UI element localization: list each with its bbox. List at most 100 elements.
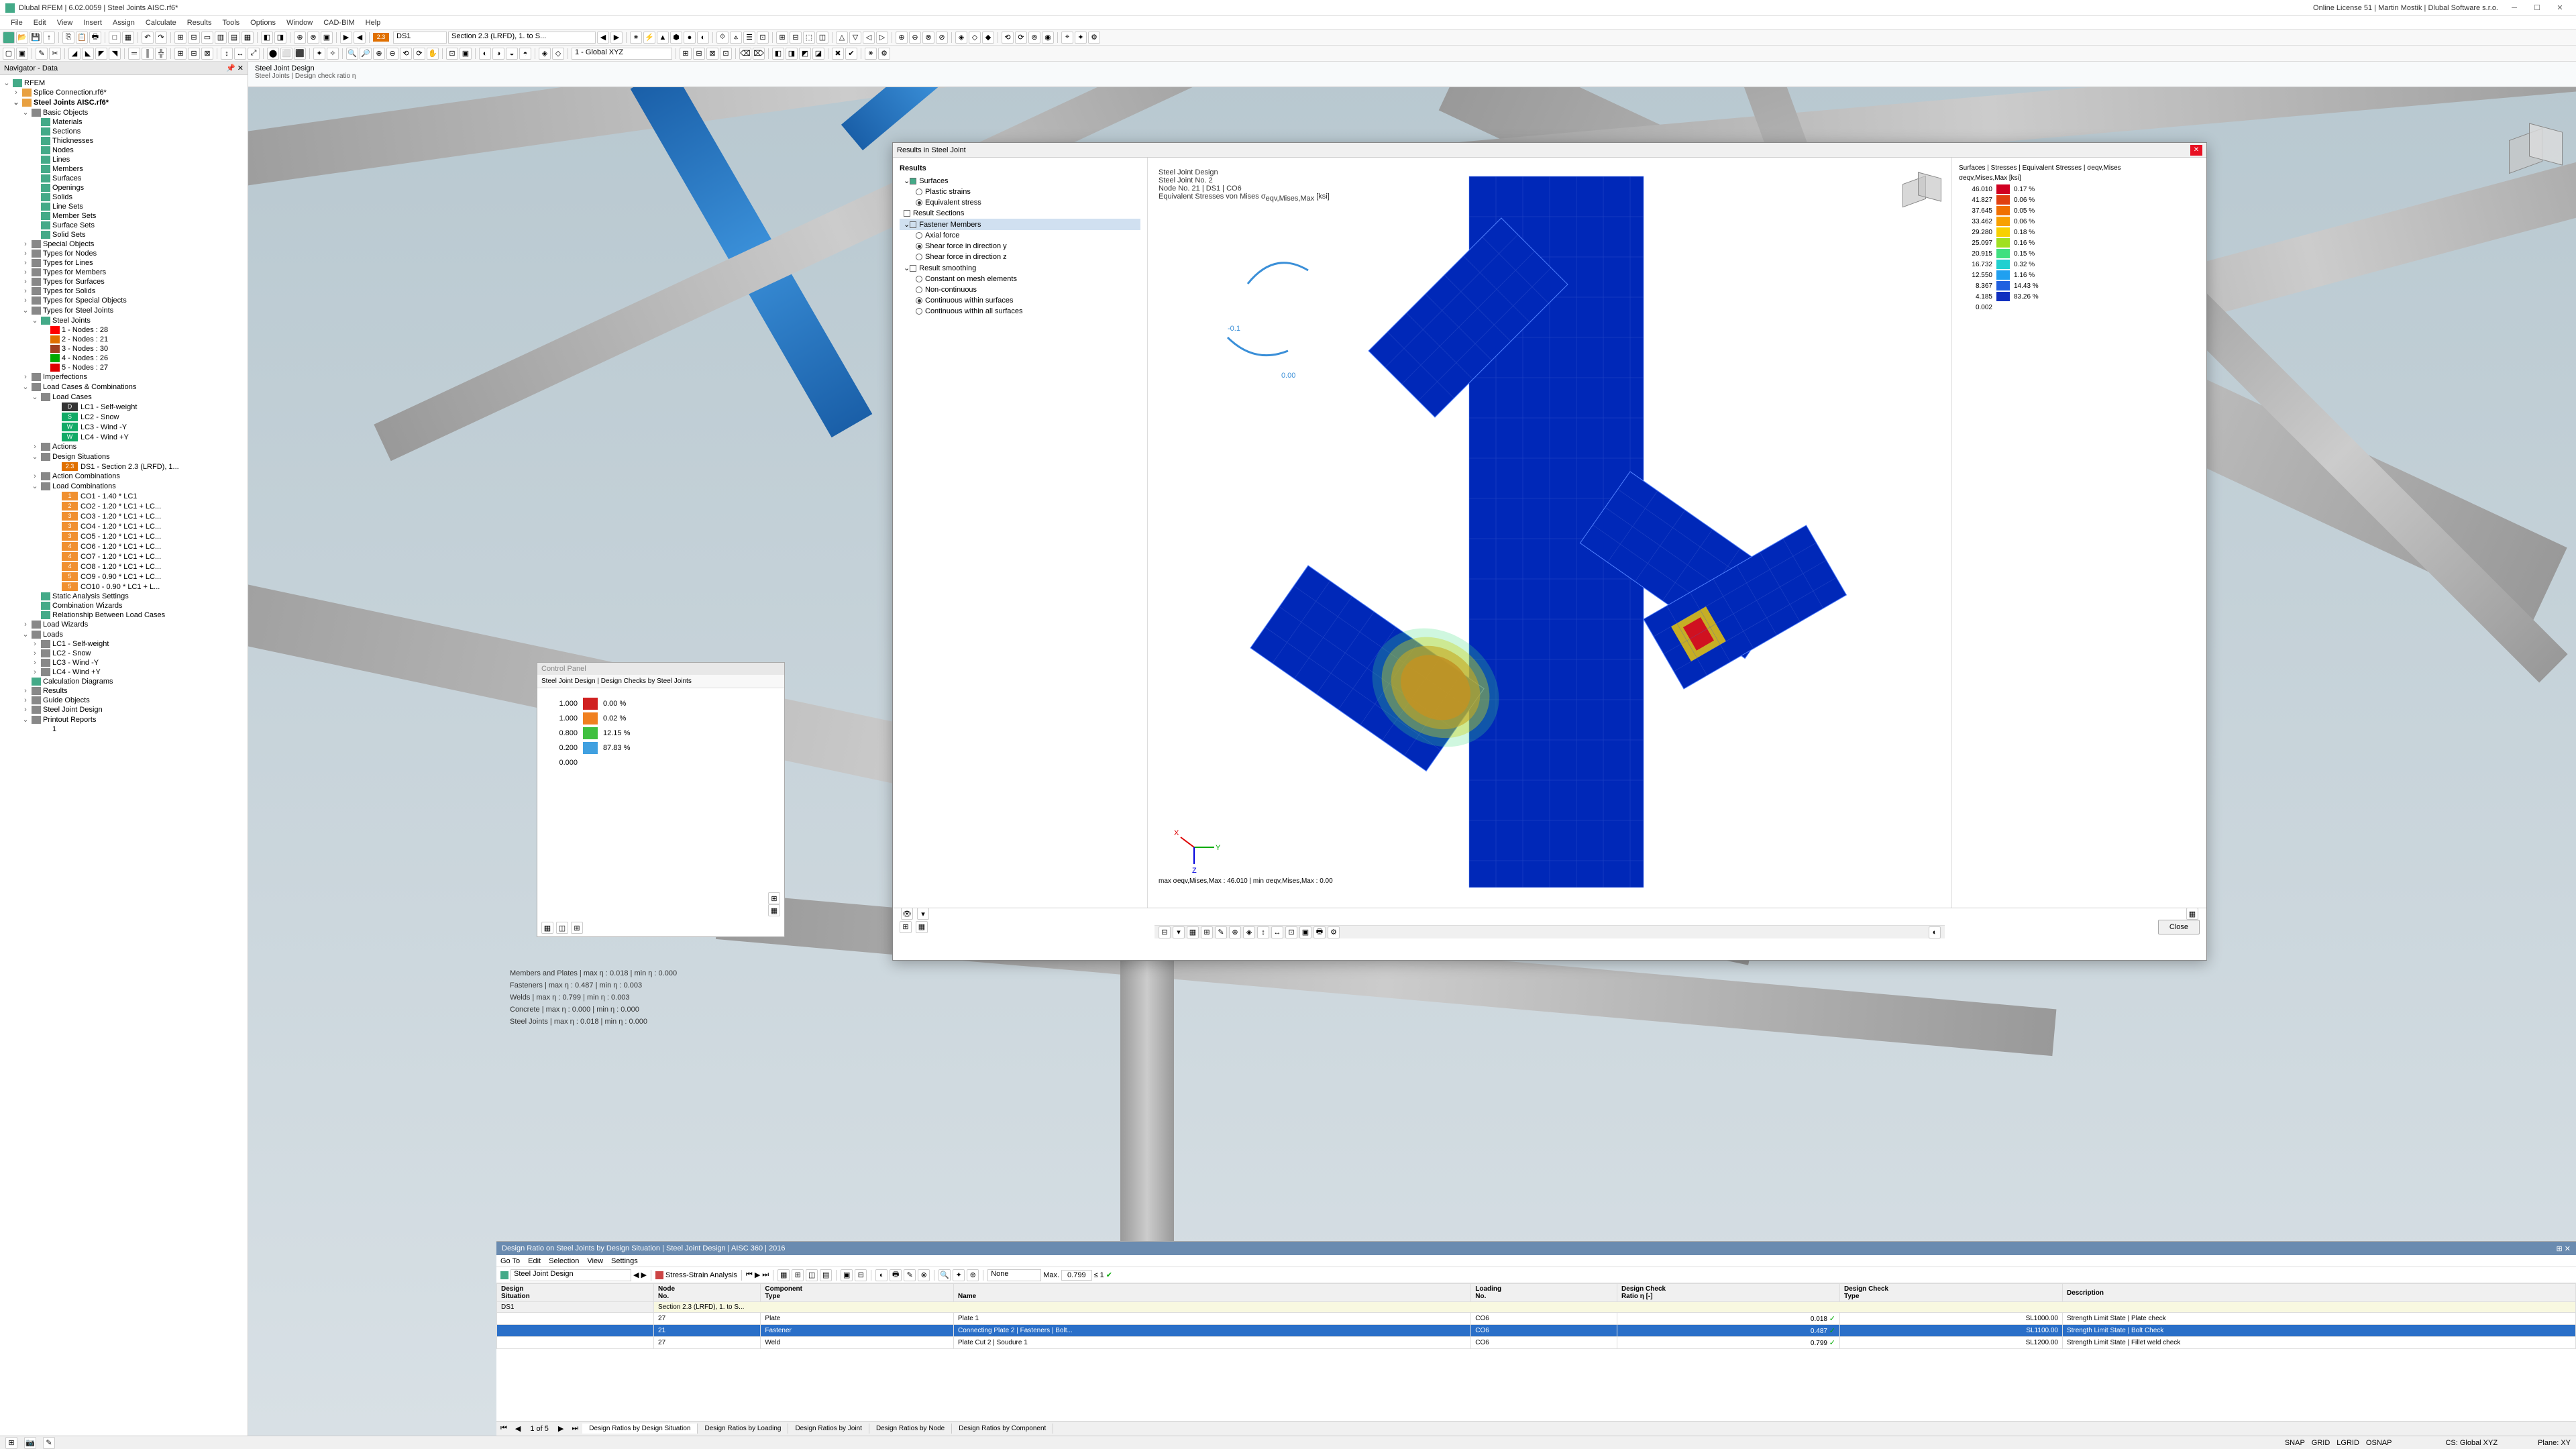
tl21[interactable]: ✦ xyxy=(313,48,325,60)
lpb9[interactable]: ✎ xyxy=(904,1269,916,1281)
save-button[interactable]: 💾 xyxy=(30,32,42,44)
fea-cube[interactable] xyxy=(1899,170,1939,210)
close-button[interactable]: ✕ xyxy=(2549,2,2571,14)
tree-item[interactable]: ⌄Printout Reports xyxy=(3,714,245,724)
table-header[interactable]: DesignSituation xyxy=(497,1284,654,1302)
tree-item[interactable]: ›LC4 - Wind +Y xyxy=(3,667,245,677)
table-header[interactable]: LoadingNo. xyxy=(1471,1284,1617,1302)
snap-toggle[interactable]: SNAP xyxy=(2285,1439,2305,1447)
tba3[interactable]: ▲ xyxy=(657,32,669,44)
lp-tab[interactable]: Design Ratios by Design Situation xyxy=(582,1424,698,1434)
tl10[interactable]: ║ xyxy=(142,48,154,60)
lp-dropdown[interactable]: Steel Joint Design xyxy=(511,1269,631,1281)
tbf2[interactable]: ◇ xyxy=(969,32,981,44)
tl5[interactable]: ◢ xyxy=(68,48,80,60)
tree-item[interactable]: Openings xyxy=(3,183,245,193)
tbb2[interactable]: ⟑ xyxy=(730,32,742,44)
tbd1[interactable]: △ xyxy=(836,32,848,44)
tm1[interactable]: 🔍 xyxy=(346,48,358,60)
tree-item[interactable]: ⌄Load Combinations xyxy=(3,481,245,491)
lpb2[interactable]: ⊞ xyxy=(792,1269,804,1281)
tl17[interactable]: ⤢ xyxy=(248,48,260,60)
tree-item[interactable]: 3CO3 - 1.20 * LC1 + LC... xyxy=(3,511,245,521)
dv9[interactable]: ↔ xyxy=(1271,926,1283,938)
tree-item[interactable]: Surface Sets xyxy=(3,221,245,230)
upload-button[interactable]: ↑ xyxy=(43,32,55,44)
tbg1[interactable]: ⟲ xyxy=(1002,32,1014,44)
tree-item[interactable]: Member Sets xyxy=(3,211,245,221)
menu-assign[interactable]: Assign xyxy=(107,19,140,27)
tbb3[interactable]: ☰ xyxy=(743,32,755,44)
tree-item[interactable]: 3CO4 - 1.20 * LC1 + LC... xyxy=(3,521,245,531)
tree-item[interactable]: SLC2 - Snow xyxy=(3,412,245,422)
new-button[interactable] xyxy=(3,32,15,44)
dv10[interactable]: ⊡ xyxy=(1285,926,1297,938)
tbd4[interactable]: ▷ xyxy=(876,32,888,44)
dlg-foot1[interactable]: ⊞ xyxy=(900,921,912,933)
tn4[interactable]: ⊡ xyxy=(720,48,732,60)
tree-item[interactable]: 4CO8 - 1.20 * LC1 + LC... xyxy=(3,561,245,572)
tl1[interactable]: ▢ xyxy=(3,48,15,60)
tree-item[interactable]: 5 - Nodes : 27 xyxy=(3,363,245,372)
lpb5[interactable]: ▣ xyxy=(841,1269,853,1281)
tn7[interactable]: ◧ xyxy=(772,48,784,60)
tm10[interactable]: ◐ xyxy=(479,48,491,60)
minimize-button[interactable]: ─ xyxy=(2504,2,2525,14)
opt-const[interactable]: Constant on mesh elements xyxy=(925,275,1017,283)
viewport[interactable]: Steel Joint Design Steel Joints | Design… xyxy=(248,62,2576,1436)
tree-item[interactable]: 3 - Nodes : 30 xyxy=(3,344,245,354)
tree-item[interactable]: ›Types for Solids xyxy=(3,286,245,296)
tree-item[interactable]: ›Types for Lines xyxy=(3,258,245,268)
tree-item[interactable]: 4CO7 - 1.20 * LC1 + LC... xyxy=(3,551,245,561)
cp-tab1[interactable]: ▦ xyxy=(541,922,553,934)
tba1[interactable]: ⚹ xyxy=(630,32,642,44)
tba5[interactable]: ● xyxy=(684,32,696,44)
opt-smooth[interactable]: Result smoothing xyxy=(919,264,976,272)
tree-item[interactable]: 1CO1 - 1.40 * LC1 xyxy=(3,491,245,501)
tl11[interactable]: ╬ xyxy=(155,48,167,60)
tree-item[interactable]: ›Types for Surfaces xyxy=(3,277,245,286)
tree-item[interactable]: ›Splice Connection.rf6* xyxy=(3,88,245,97)
dlg-foot2[interactable]: ▦ xyxy=(916,921,928,933)
dv13[interactable]: ⚙ xyxy=(1328,926,1340,938)
tl12[interactable]: ⊞ xyxy=(174,48,186,60)
table-row[interactable]: 27PlatePlate 1CO60.018 ✓SL1000.00Strengt… xyxy=(497,1313,2576,1325)
tree-item[interactable]: Materials xyxy=(3,117,245,127)
lgrid-toggle[interactable]: LGRID xyxy=(2337,1439,2359,1447)
leg-btn[interactable]: ▦ xyxy=(2186,908,2198,920)
tb11[interactable]: ▣ xyxy=(321,32,333,44)
tm11[interactable]: ◑ xyxy=(492,48,504,60)
dv14[interactable]: ◐ xyxy=(1929,926,1941,938)
section-select[interactable]: Section 2.3 (LRFD), 1. to S... xyxy=(448,32,596,44)
tree-item[interactable]: 5CO9 - 0.90 * LC1 + LC... xyxy=(3,572,245,582)
dlg-eye-icon[interactable]: 👁 xyxy=(901,908,913,920)
tree-item[interactable]: Nodes xyxy=(3,146,245,155)
tree-item[interactable]: ⌄Steel Joints AISC.rf6* xyxy=(3,97,245,107)
tbe3[interactable]: ⊗ xyxy=(922,32,934,44)
osnap-toggle[interactable]: OSNAP xyxy=(2366,1439,2392,1447)
lpb7[interactable]: ◐ xyxy=(875,1269,888,1281)
tree-item[interactable]: 5CO10 - 0.90 * LC1 + L... xyxy=(3,582,245,592)
opt-fastener[interactable]: Fastener Members xyxy=(919,221,981,229)
dv1[interactable]: ⊟ xyxy=(1159,926,1171,938)
tbc3[interactable]: ⬚ xyxy=(803,32,815,44)
tree-item[interactable]: ›Special Objects xyxy=(3,239,245,249)
tree-item[interactable]: ›Action Combinations xyxy=(3,472,245,481)
tl9[interactable]: ═ xyxy=(128,48,140,60)
dv7[interactable]: ◈ xyxy=(1243,926,1255,938)
dv11[interactable]: ▣ xyxy=(1299,926,1311,938)
tb8[interactable]: ◨ xyxy=(274,32,286,44)
lp-nav-last[interactable]: ⏭ xyxy=(762,1271,769,1279)
tm9[interactable]: ▣ xyxy=(460,48,472,60)
tm7[interactable]: ✋ xyxy=(427,48,439,60)
tm13[interactable]: ◓ xyxy=(519,48,531,60)
tb6[interactable]: ▦ xyxy=(241,32,254,44)
dlg-opt-icon[interactable]: ▾ xyxy=(917,908,929,920)
opt-contas[interactable]: Continuous within all surfaces xyxy=(925,307,1023,315)
lp-tab[interactable]: Design Ratios by Joint xyxy=(788,1424,869,1434)
lpb6[interactable]: ⊟ xyxy=(855,1269,867,1281)
menu-file[interactable]: File xyxy=(5,19,28,27)
lp-max-icon[interactable]: ⊞ ✕ xyxy=(2557,1244,2571,1253)
tree-item[interactable]: ›Steel Joint Design xyxy=(3,705,245,714)
tree-item[interactable]: Static Analysis Settings xyxy=(3,592,245,601)
